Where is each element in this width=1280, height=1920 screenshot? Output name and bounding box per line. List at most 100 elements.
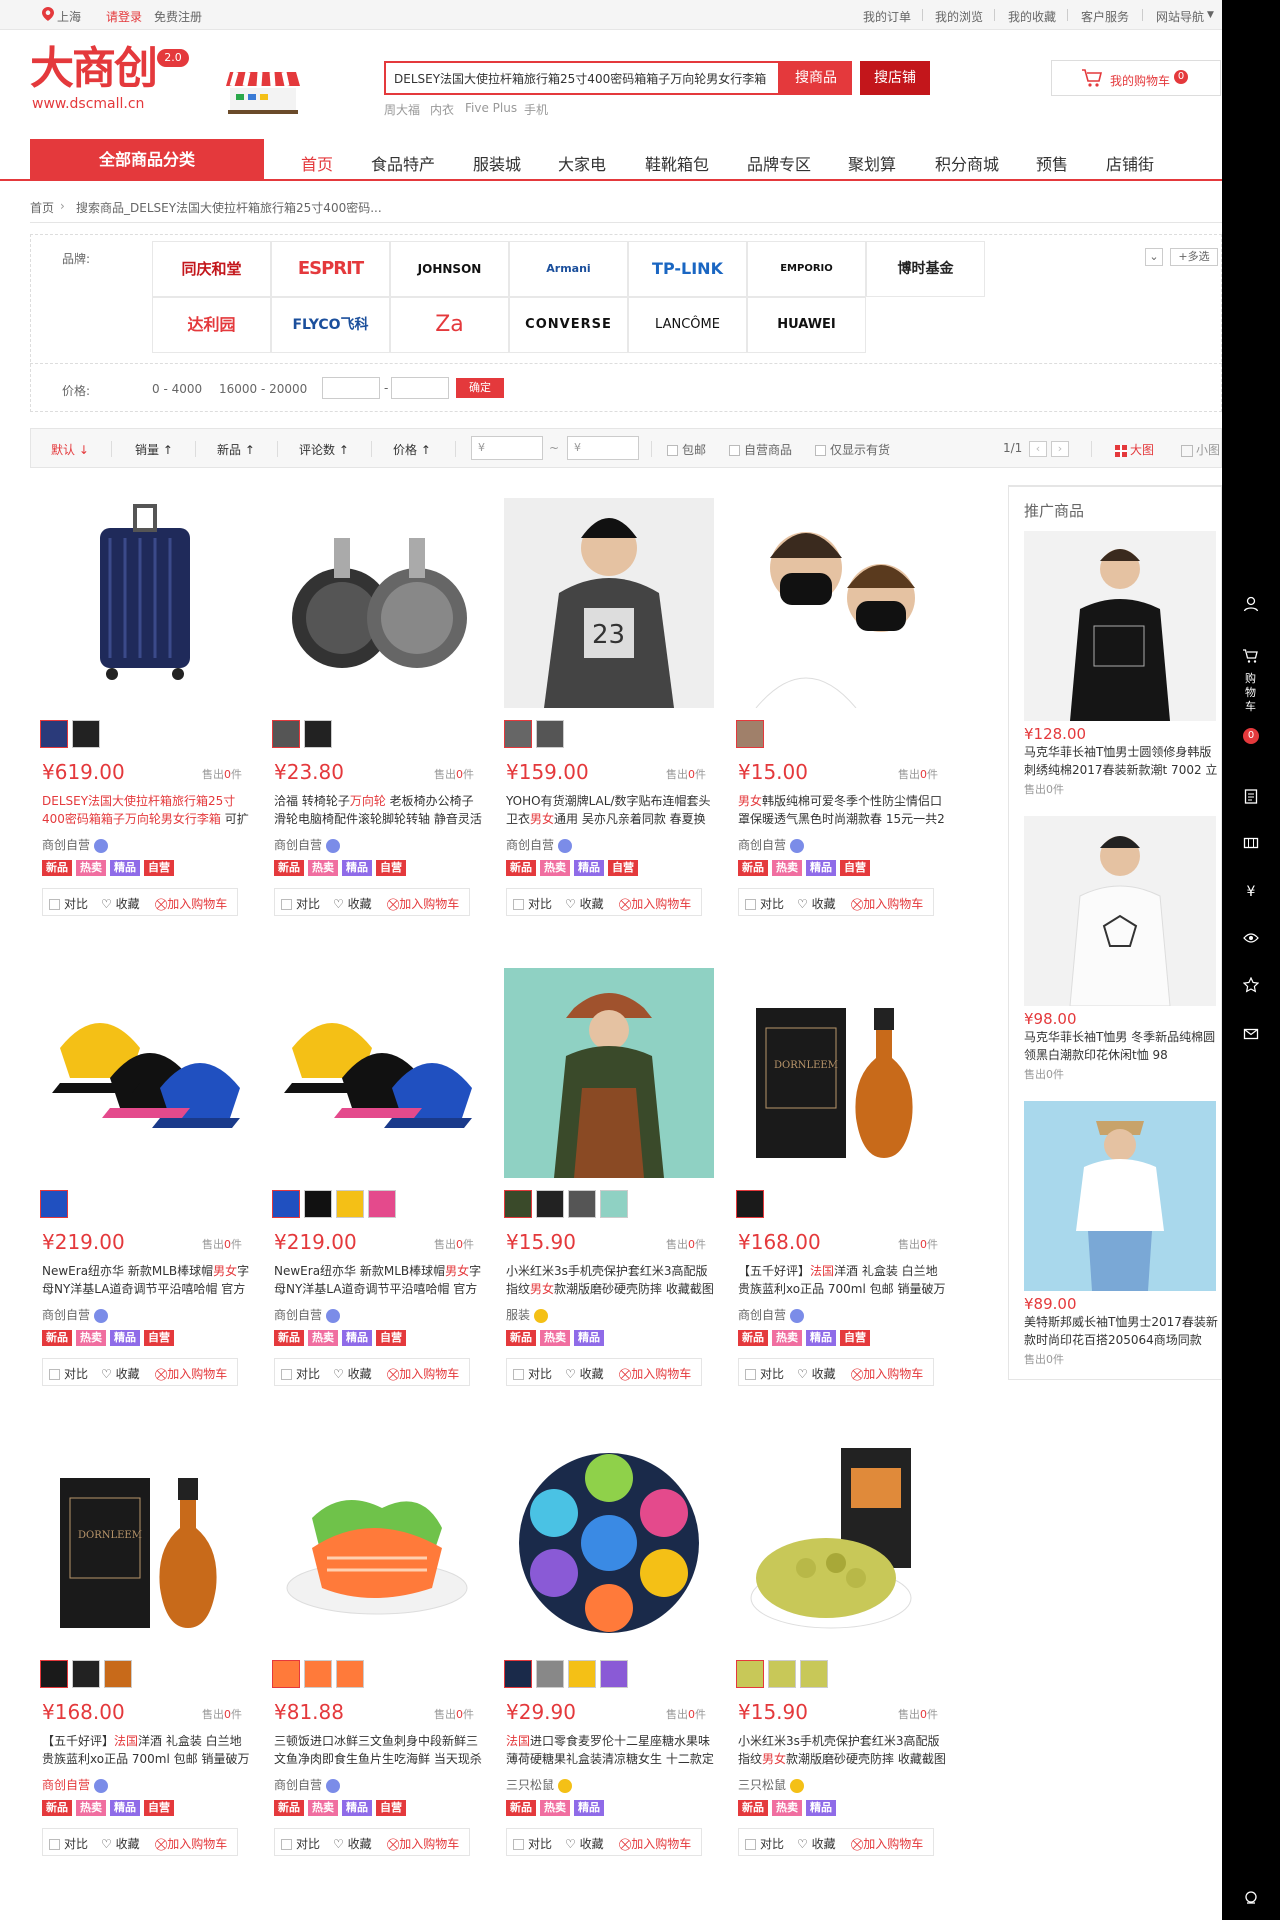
product-thumbnail[interactable] [768, 1660, 796, 1688]
sort-price-max-input[interactable]: ¥ [567, 436, 639, 460]
brand-za[interactable]: Za [390, 297, 509, 353]
product-title[interactable]: NewEra纽亦华 新款MLB棒球帽男女字母NY洋基LA道奇调节平沿嘻哈帽 官方 [274, 1262, 482, 1298]
add-to-cart-button[interactable]: ⛒加入购物车 [619, 1365, 691, 1382]
nav-item-presale[interactable]: 预售 [1036, 151, 1068, 175]
product-image[interactable] [736, 498, 946, 709]
sort-sales[interactable]: 销量 ↑ [135, 441, 173, 458]
promo-image[interactable] [1024, 531, 1216, 721]
brand-tongqinghetang[interactable]: 同庆和堂 [152, 241, 271, 297]
sort-comments[interactable]: 评论数 ↑ [299, 441, 349, 458]
product-thumbnail[interactable] [104, 1660, 132, 1688]
product-card[interactable]: ¥81.88 售出0件 三顿饭进口冰鲜三文鱼刺身中段新鲜三文鱼净肉即食生鱼片生吃海鲜… [262, 1438, 482, 1878]
product-thumbnail[interactable] [536, 1190, 564, 1218]
shop-name[interactable]: 商创自营 [42, 836, 109, 853]
register-link[interactable]: 免费注册 [154, 8, 202, 25]
eye-icon[interactable] [1241, 930, 1261, 950]
my-history-link[interactable]: 我的浏览 [935, 8, 983, 25]
add-to-cart-button[interactable]: ⛒加入购物车 [619, 1835, 691, 1852]
product-card[interactable]: DORNLEEM ¥168.00 售出0件 【五千好评】法国洋酒 礼盒装 白兰地 贵族… [726, 968, 946, 1408]
add-to-cart-button[interactable]: ⛒加入购物车 [851, 895, 923, 912]
star-icon[interactable] [1241, 976, 1261, 997]
login-link[interactable]: 请登录 [106, 8, 142, 25]
favorite-button[interactable]: ♡ 收藏 [797, 1835, 836, 1852]
product-thumbnail[interactable] [504, 1660, 532, 1688]
customer-service-link[interactable]: 客户服务 [1081, 8, 1129, 25]
product-image[interactable]: DORNLEEM [40, 1438, 250, 1648]
nav-item-home[interactable]: 首页 [301, 151, 333, 175]
shop-name[interactable]: 商创自营 [42, 1776, 109, 1793]
site-logo[interactable]: 大商创 [30, 45, 158, 93]
next-page-button[interactable]: › [1051, 441, 1069, 457]
product-thumbnail[interactable] [536, 720, 564, 748]
chat-icon[interactable] [558, 838, 573, 853]
brand-flyco[interactable]: FLYCO飞科 [271, 297, 390, 353]
product-card[interactable]: DORNLEEM ¥168.00 售出0件 【五千好评】法国洋酒 礼盒装 白兰地 贵族… [30, 1438, 250, 1878]
product-image[interactable]: DORNLEEM [736, 968, 946, 1178]
product-image[interactable] [40, 968, 250, 1178]
product-title[interactable]: 小米红米3s手机壳保护套红米3高配版指纹男女款潮版磨砂硬壳防摔 收藏截图 [506, 1262, 714, 1298]
sort-price-min-input[interactable]: ¥ [471, 436, 543, 460]
favorite-button[interactable]: ♡ 收藏 [565, 895, 604, 912]
shop-name[interactable]: 三只松鼠 [738, 1776, 805, 1793]
product-image[interactable] [736, 1438, 946, 1648]
shop-name[interactable]: 商创自营 [42, 1306, 109, 1323]
compare-button[interactable]: 对比 [281, 1835, 320, 1852]
add-to-cart-button[interactable]: ⛒加入购物车 [387, 895, 459, 912]
product-thumbnail[interactable] [504, 1190, 532, 1218]
favorite-button[interactable]: ♡ 收藏 [797, 1365, 836, 1382]
all-categories-button[interactable]: 全部商品分类 [30, 139, 264, 181]
nav-item-shop-street[interactable]: 店铺街 [1106, 151, 1154, 175]
chat-icon[interactable] [94, 838, 109, 853]
chat-icon[interactable] [326, 1308, 341, 1323]
shop-name[interactable]: 商创自营 [506, 836, 573, 853]
search-input[interactable] [386, 63, 778, 93]
product-thumbnail[interactable] [504, 720, 532, 748]
product-card[interactable]: ¥219.00 售出0件 NewEra纽亦华 新款MLB棒球帽男女字母NY洋基LA道… [30, 968, 250, 1408]
sort-new[interactable]: 新品 ↑ [217, 441, 255, 458]
promo-item[interactable]: ¥128.00 马克华菲长袖T恤男士圆领修身韩版刺绣纯棉2017春装新款潮t 7… [1024, 531, 1218, 797]
product-card[interactable]: ¥219.00 售出0件 NewEra纽亦华 新款MLB棒球帽男女字母NY洋基LA道… [262, 968, 482, 1408]
shop-name[interactable]: 商创自营 [274, 836, 341, 853]
product-thumbnail[interactable] [272, 1190, 300, 1218]
product-thumbnail[interactable] [736, 720, 764, 748]
product-image[interactable] [504, 968, 714, 1178]
brand-converse[interactable]: CONVERSE [509, 297, 628, 353]
product-image[interactable]: 23 [504, 498, 714, 708]
headset-icon[interactable] [1241, 1890, 1261, 1910]
product-image[interactable] [272, 968, 482, 1178]
product-card[interactable]: ¥15.90 售出0件 小米红米3s手机壳保护套红米3高配版指纹男女款潮版磨砂硬壳防… [726, 1438, 946, 1878]
product-thumbnail[interactable] [568, 1190, 596, 1218]
price-confirm-button[interactable]: 确定 [456, 378, 504, 398]
compare-button[interactable]: 对比 [281, 1365, 320, 1382]
price-range-option[interactable]: 16000 - 20000 [219, 382, 307, 396]
shop-name[interactable]: 三只松鼠 [506, 1776, 573, 1793]
product-title[interactable]: 洽福 转椅轮子万向轮 老板椅办公椅子滑轮电脑椅配件滚轮脚轮转轴 静音灵活 [274, 792, 482, 828]
in-stock-checkbox[interactable]: 仅显示有货 [815, 441, 890, 458]
product-title[interactable]: NewEra纽亦华 新款MLB棒球帽男女字母NY洋基LA道奇调节平沿嘻哈帽 官方 [42, 1262, 250, 1298]
product-title[interactable]: DELSEY法国大使拉杆箱旅行箱25寸400密码箱箱子万向轮男女行李箱 可扩充容 [42, 792, 250, 828]
favorite-button[interactable]: ♡ 收藏 [101, 1365, 140, 1382]
product-image[interactable] [272, 1438, 482, 1648]
add-to-cart-button[interactable]: ⛒加入购物车 [155, 1835, 227, 1852]
product-thumbnail[interactable] [40, 1190, 68, 1218]
favorite-button[interactable]: ♡ 收藏 [101, 895, 140, 912]
hot-word-link[interactable]: Five Plus [465, 101, 517, 115]
favorite-button[interactable]: ♡ 收藏 [333, 1365, 372, 1382]
compare-button[interactable]: 对比 [281, 895, 320, 912]
product-thumbnail[interactable] [40, 720, 68, 748]
product-card[interactable]: ¥23.80 售出0件 洽福 转椅轮子万向轮 老板椅办公椅子滑轮电脑椅配件滚轮脚轮转… [262, 498, 482, 938]
hot-word-link[interactable]: 周大福 [384, 101, 420, 118]
brand-armani[interactable]: Armani [509, 241, 628, 297]
compare-button[interactable]: 对比 [745, 1835, 784, 1852]
promo-image[interactable] [1024, 816, 1216, 1007]
product-title[interactable]: 【五千好评】法国洋酒 礼盒装 白兰地 贵族蓝利xo正品 700ml 包邮 销量破… [42, 1732, 250, 1768]
search-shop-button[interactable]: 搜店铺 [860, 61, 930, 95]
product-thumbnail[interactable] [336, 1660, 364, 1688]
product-thumbnail[interactable] [304, 1660, 332, 1688]
favorite-button[interactable]: ♡ 收藏 [565, 1835, 604, 1852]
product-thumbnail[interactable] [304, 1190, 332, 1218]
promo-image[interactable] [1024, 1101, 1216, 1291]
chat-icon[interactable] [790, 1308, 805, 1323]
compare-button[interactable]: 对比 [513, 1365, 552, 1382]
product-card[interactable]: ¥15.90 售出0件 小米红米3s手机壳保护套红米3高配版指纹男女款潮版磨砂硬壳防… [494, 968, 714, 1408]
